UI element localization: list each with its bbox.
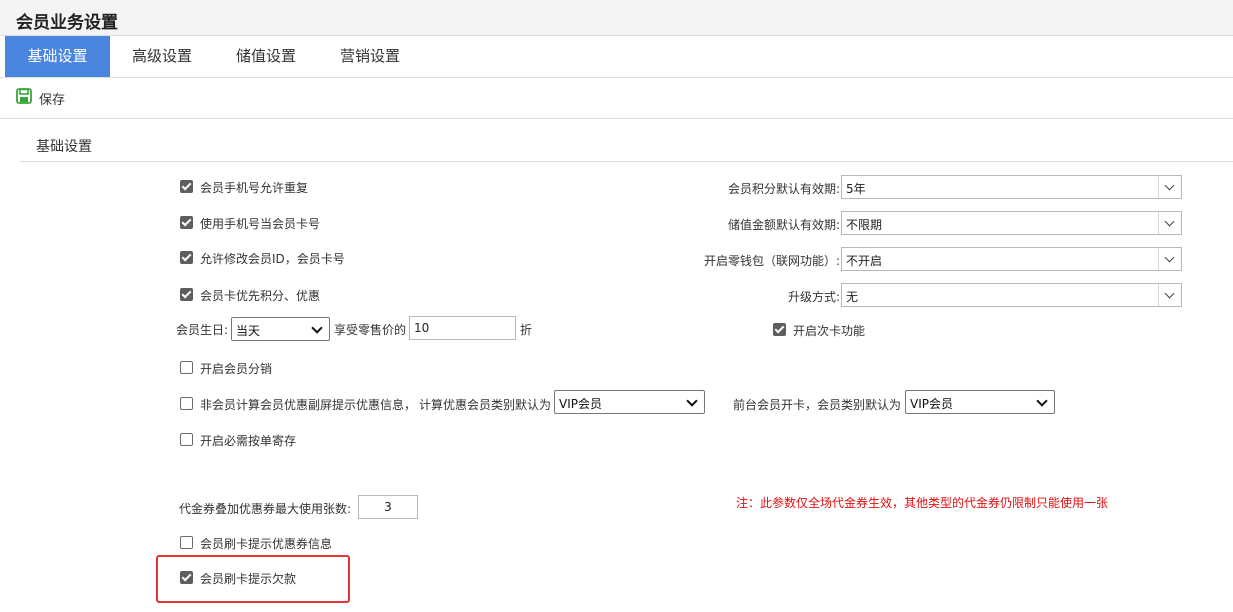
toolbar: 保存 [0,78,1233,119]
chevron-down-icon [1158,284,1181,306]
chevron-down-icon [1036,395,1048,407]
phone-as-card-checkbox[interactable] [180,216,193,229]
chevron-down-icon [1158,248,1181,270]
upgrade-method-select[interactable]: 无 [841,283,1182,307]
discount-category-label: 计算优惠会员类别默认为 [419,398,552,412]
non-member-discount-checkbox[interactable] [180,397,193,410]
upgrade-method-value: 无 [846,290,859,304]
swipe-coupon-label: 会员刷卡提示优惠券信息 [200,537,333,551]
card-priority-points-checkbox[interactable] [180,288,193,301]
birthday-select-value: 当天 [236,324,261,338]
allow-edit-member-id-checkbox[interactable] [180,251,193,264]
points-validity-label: 会员积分默认有效期: [727,182,840,196]
phone-as-card-label: 使用手机号当会员卡号 [200,217,321,231]
chevron-down-icon [311,322,323,334]
save-icon [16,88,32,104]
tab-bar: 基础设置 高级设置 储值设置 营销设置 [0,36,1233,78]
coupon-max-label: 代金券叠加优惠券最大使用张数: [179,502,352,516]
discount-unit: 折 [520,323,533,337]
chevron-down-icon [1158,176,1181,198]
wallet-select[interactable]: 不开启 [841,247,1182,271]
discount-label: 享受零售价的 [334,323,407,337]
save-label: 保存 [39,93,66,108]
points-validity-value: 5年 [846,182,866,196]
frontdesk-category-value: VIP会员 [910,397,953,411]
points-validity-select[interactable]: 5年 [841,175,1182,199]
discount-input-value: 10 [414,321,430,335]
discount-category-value: VIP会员 [559,397,602,411]
section-divider [20,161,1233,162]
allow-duplicate-phone-label: 会员手机号允许重复 [200,181,309,195]
highlight-box [156,555,350,603]
coupon-max-input[interactable]: 3 [358,495,418,519]
member-distribution-label: 开启会员分销 [200,362,273,376]
coupon-note: 注：此参数仅全场代金券生效，其他类型的代金券仍限制只能使用一张 [736,496,1109,510]
chevron-down-icon [1158,212,1181,234]
non-member-discount-label: 非会员计算会员优惠副屏提示优惠信息， [200,398,417,412]
chevron-down-icon [686,395,698,407]
member-distribution-checkbox[interactable] [180,361,193,374]
coupon-max-value: 3 [384,500,392,514]
discount-category-select[interactable]: VIP会员 [554,390,705,414]
allow-duplicate-phone-checkbox[interactable] [180,180,193,193]
birthday-select[interactable]: 当天 [231,317,330,341]
tab-marketing-settings[interactable]: 营销设置 [320,36,420,77]
window-title: 会员业务设置 [16,13,118,33]
discount-input[interactable]: 10 [409,316,516,340]
wallet-label: 开启零钱包（联网功能）: [703,254,840,268]
order-storage-checkbox[interactable] [180,433,193,446]
order-storage-label: 开启必需按单寄存 [200,434,297,448]
card-priority-points-label: 会员卡优先积分、优惠 [200,289,321,303]
section-title: 基础设置 [36,139,92,155]
second-card-label: 开启次卡功能 [793,324,866,338]
tab-stored-value-settings[interactable]: 储值设置 [216,36,316,77]
frontdesk-category-select[interactable]: VIP会员 [905,390,1055,414]
stored-value-validity-value: 不限期 [846,218,883,232]
stored-value-validity-select[interactable]: 不限期 [841,211,1182,235]
birthday-label: 会员生日: [176,323,229,337]
swipe-coupon-checkbox[interactable] [180,536,193,549]
upgrade-method-label: 升级方式: [787,290,840,304]
wallet-value: 不开启 [846,254,883,268]
tab-basic-settings[interactable]: 基础设置 [5,36,110,77]
frontdesk-category-label: 前台会员开卡，会员类别默认为 [733,398,902,412]
tab-advanced-settings[interactable]: 高级设置 [112,36,212,77]
second-card-checkbox[interactable] [773,323,786,336]
stored-value-validity-label: 储值金额默认有效期: [727,218,840,232]
title-bar: 会员业务设置 [0,0,1233,36]
allow-edit-member-id-label: 允许修改会员ID，会员卡号 [200,252,345,266]
